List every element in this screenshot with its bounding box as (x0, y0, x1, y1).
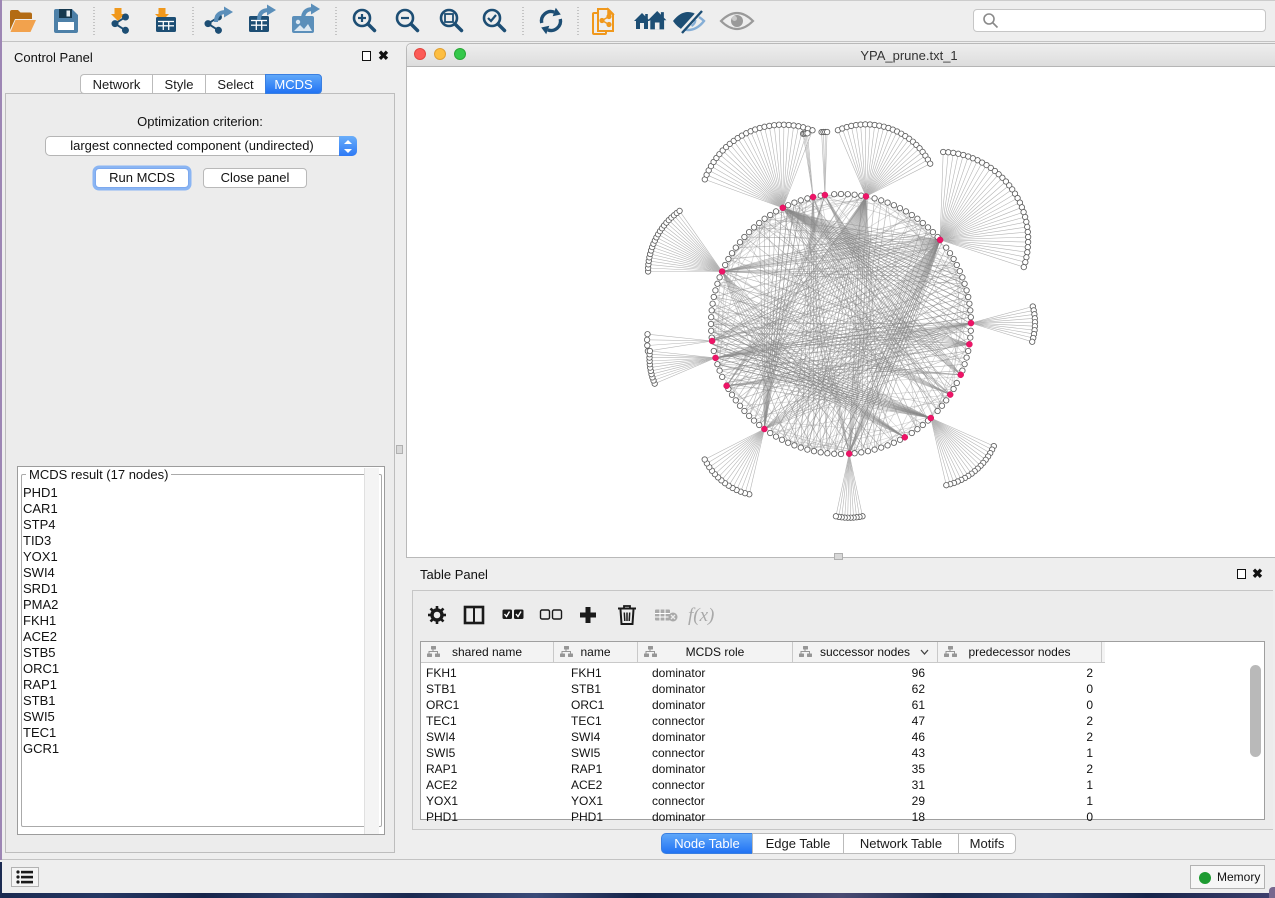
svg-text:f(x): f(x) (688, 605, 714, 626)
